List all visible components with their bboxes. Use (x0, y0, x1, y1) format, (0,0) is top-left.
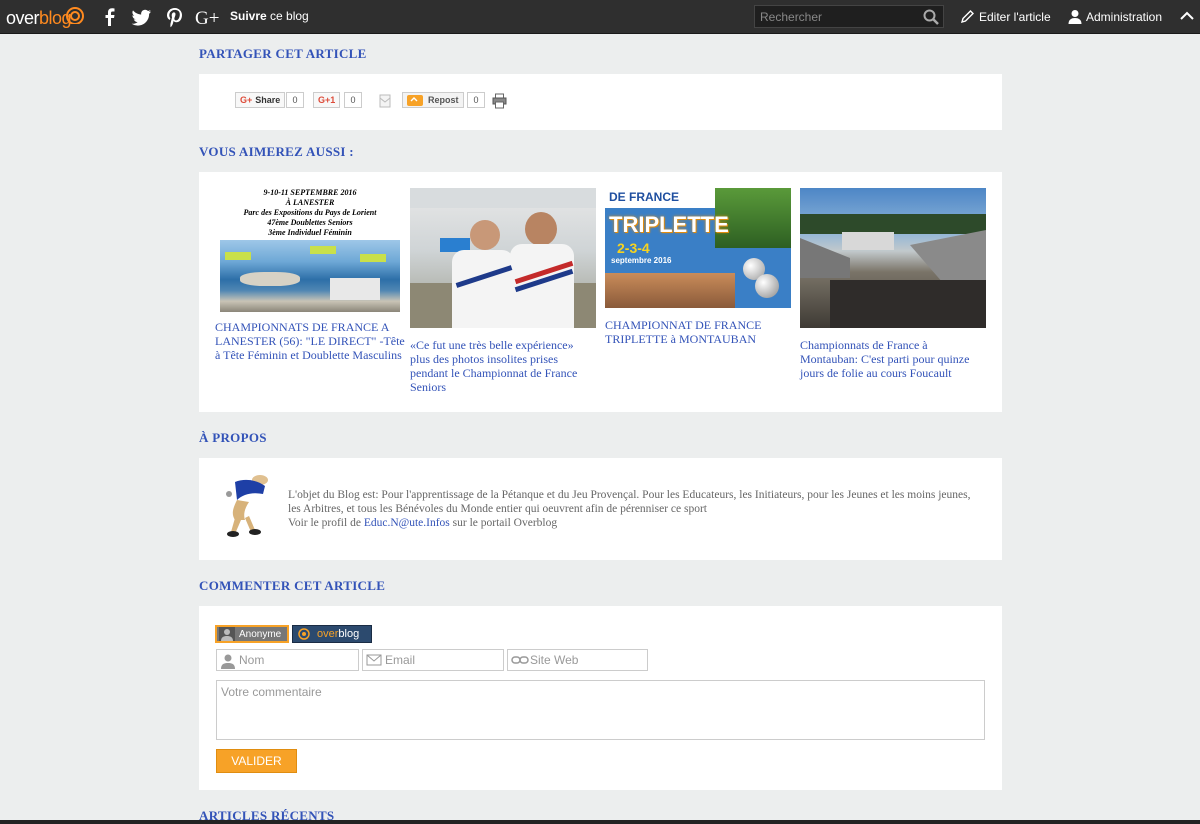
search-box (754, 5, 944, 28)
svg-text:G+: G+ (195, 8, 219, 28)
edit-article-label: Editer l'article (979, 10, 1051, 24)
thumb-text: 9-10-11 SEPTEMBRE 2016 (263, 188, 357, 197)
website-input[interactable] (530, 650, 648, 670)
pinterest-icon[interactable] (164, 6, 186, 28)
edit-article-link[interactable]: Editer l'article (960, 9, 1051, 24)
email-field (362, 649, 504, 671)
related-panel: 9-10-11 SEPTEMBRE 2016 À LANESTER Parc d… (199, 172, 1002, 412)
about-panel: L'objet du Blog est: Pour l'apprentissag… (199, 458, 1002, 560)
pencil-icon (960, 10, 974, 24)
thumb-text: septembre 2016 (611, 256, 672, 265)
article-title-link[interactable]: Championnats de France à Montauban: C'es… (800, 338, 986, 380)
logo-wave-icon (66, 7, 84, 24)
tab-overblog-prefix: over (317, 628, 339, 640)
thumb-text: TRIPLETTE (609, 212, 729, 237)
repost-count: 0 (467, 92, 485, 108)
related-section-title: VOUS AIMEREZ AUSSI : (199, 144, 354, 159)
administration-label: Administration (1086, 10, 1163, 24)
tab-anonymous[interactable]: Anonyme (215, 625, 289, 643)
about-text: L'objet du Blog est: Pour l'apprentissag… (288, 489, 971, 515)
bottom-bar (0, 820, 1200, 824)
thumb-text: 47ème Doublettes Seniors (267, 218, 353, 227)
follow-rest: ce blog (266, 9, 309, 23)
tab-anonymous-label: Anonyme (239, 628, 282, 640)
repost-button[interactable]: Repost (402, 92, 464, 108)
anonymous-user-icon (219, 627, 235, 641)
email-input[interactable] (385, 650, 503, 670)
profile-suffix: sur le portail Overblog (449, 517, 558, 529)
google-share-button[interactable]: G+ Share (235, 92, 286, 108)
related-article-card[interactable]: «Ce fut une très belle expérience» plus … (410, 188, 596, 394)
article-title-link[interactable]: «Ce fut une très belle expérience» plus … (410, 338, 596, 394)
thumb-text: DE FRANCE (609, 190, 680, 204)
related-article-card[interactable]: 9-10-11 SEPTEMBRE 2016 À LANESTER Parc d… (215, 188, 405, 362)
thumb-text: 2-3-4 (617, 240, 650, 256)
comment-textarea[interactable] (216, 680, 985, 740)
email-share-icon[interactable] (379, 94, 391, 108)
search-input[interactable] (755, 6, 915, 27)
google-plus-one-count: 0 (344, 92, 362, 108)
link-chain-icon (511, 656, 529, 664)
thumb-text: À LANESTER (285, 198, 335, 207)
google-plus-icon[interactable]: G+ (195, 6, 219, 28)
profile-prefix: Voir le profil de (288, 517, 364, 529)
logo-text-prefix: over (6, 8, 40, 28)
google-g-icon: G+ (240, 95, 253, 105)
submit-comment-button[interactable]: VALIDER (216, 749, 297, 773)
related-article-card[interactable]: DE FRANCE TRIPLETTE 2-3-4 septembre 2016… (605, 188, 791, 346)
twitter-icon[interactable] (131, 6, 153, 28)
related-article-card[interactable]: Championnats de France à Montauban: C'es… (800, 188, 986, 380)
comment-section-title: COMMENTER CET ARTICLE (199, 578, 386, 593)
top-bar: overblog G+ Suivre ce blog Editer l'arti… (0, 0, 1200, 34)
tab-overblog[interactable]: over blog (292, 625, 372, 643)
tab-overblog-suffix: blog (338, 628, 360, 640)
chevron-up-icon[interactable] (1180, 11, 1194, 21)
thumb-text: 3ème Individuel Féminin (268, 228, 352, 237)
search-icon[interactable] (923, 9, 939, 25)
repost-icon (407, 94, 423, 106)
envelope-icon (366, 654, 382, 666)
thumb-text: Parc des Expositions du Pays de Lorient (243, 208, 377, 217)
about-profile-line: Voir le profil de Educ.N@ute.Infos sur l… (288, 516, 978, 530)
article-thumbnail-1[interactable]: 9-10-11 SEPTEMBRE 2016 À LANESTER Parc d… (220, 188, 400, 312)
website-field (507, 649, 648, 671)
name-input[interactable] (239, 650, 357, 670)
administration-link[interactable]: Administration (1068, 9, 1162, 24)
google-share-count: 0 (286, 92, 304, 108)
user-icon (221, 654, 235, 669)
profile-link[interactable]: Educ.N@ute.Infos (364, 517, 450, 529)
petanque-player-illustration (226, 475, 268, 537)
overblog-tab-icon (298, 628, 310, 640)
share-section-title: PARTAGER CET ARTICLE (199, 46, 367, 61)
user-icon (1068, 10, 1082, 24)
about-section-title: À PROPOS (199, 430, 267, 445)
follow-blog-link[interactable]: Suivre ce blog (230, 9, 309, 23)
comment-panel: Anonyme overblog VALIDER (199, 606, 1002, 790)
repost-label: Repost (428, 95, 459, 105)
google-plus-one-button[interactable]: G+1 (313, 92, 341, 108)
aerial-photo (220, 240, 400, 312)
about-description: L'objet du Blog est: Pour l'apprentissag… (288, 488, 978, 530)
article-title-link[interactable]: CHAMPIONNAT DE FRANCE TRIPLETTE à MONTAU… (605, 318, 791, 346)
share-panel: G+ Share 0 G+1 0 Repost 0 (199, 74, 1002, 130)
article-thumbnail-3[interactable]: DE FRANCE TRIPLETTE 2-3-4 septembre 2016 (605, 188, 791, 308)
follow-bold: Suivre (230, 9, 267, 23)
article-thumbnail-2[interactable] (410, 188, 596, 328)
google-share-label: Share (255, 95, 281, 105)
article-title-link[interactable]: CHAMPIONNATS DE FRANCE A LANESTER (56): … (215, 320, 405, 362)
article-thumbnail-4[interactable] (800, 188, 986, 328)
print-icon[interactable] (492, 93, 507, 109)
facebook-icon[interactable] (99, 6, 121, 28)
name-field (216, 649, 359, 671)
